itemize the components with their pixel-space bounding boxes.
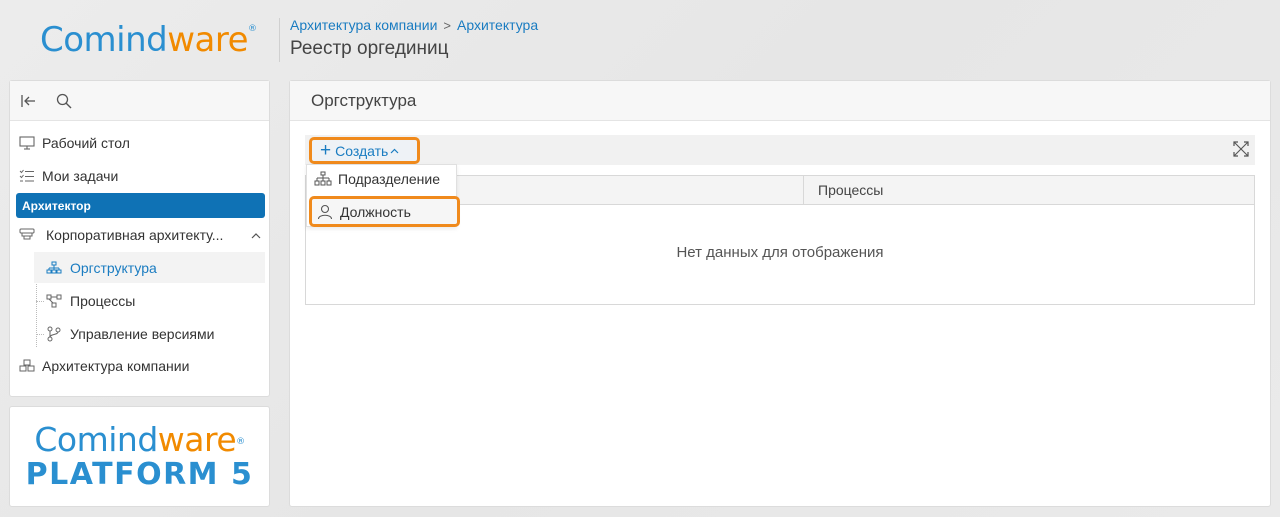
logo-text-ware: ware bbox=[157, 419, 237, 459]
sidebar-item-label: Процессы bbox=[70, 292, 136, 309]
chevron-up-icon[interactable] bbox=[251, 228, 261, 242]
page-title: Реестр оргединиц bbox=[290, 38, 449, 59]
menu-item-department[interactable]: Подразделение bbox=[307, 165, 458, 193]
sidebar-item-label: Оргструктура bbox=[70, 259, 157, 276]
panel-title: Оргструктура bbox=[290, 81, 1270, 121]
platform-version-label: PLATFORM 5 bbox=[25, 456, 254, 492]
header-divider bbox=[279, 18, 280, 62]
logo-text-com: Com bbox=[34, 419, 109, 459]
breadcrumb: Архитектура компании > Архитектура bbox=[290, 17, 538, 33]
process-icon bbox=[46, 293, 62, 309]
menu-item-label: Подразделение bbox=[338, 171, 441, 187]
menu-item-label: Должность bbox=[340, 203, 411, 220]
sidebar-item-company-architecture[interactable]: Архитектура компании bbox=[10, 351, 269, 381]
collapse-sidebar-icon[interactable] bbox=[20, 94, 36, 108]
plus-icon: + bbox=[320, 140, 332, 161]
logo-text-ware: ware bbox=[167, 20, 249, 60]
sidebar-item-label: Управление версиями bbox=[70, 325, 215, 342]
sidebar-item-org-structure[interactable]: Оргструктура bbox=[34, 252, 265, 283]
org-chart-icon bbox=[313, 170, 333, 188]
branch-icon bbox=[46, 326, 62, 342]
sidebar-item-label: Рабочий стол bbox=[42, 135, 130, 151]
sidebar-item-my-tasks[interactable]: Мои задачи bbox=[10, 161, 269, 191]
fullscreen-icon[interactable] bbox=[1233, 141, 1249, 162]
monitor-icon bbox=[18, 134, 36, 152]
menu-item-position[interactable]: Должность bbox=[309, 196, 460, 227]
logo-reg-mark: ® bbox=[236, 436, 245, 447]
empty-state-text: Нет данных для отображения bbox=[676, 244, 884, 261]
comindware-logo: Comindware® bbox=[34, 419, 245, 459]
breadcrumb-separator: > bbox=[443, 17, 452, 33]
logo-reg-mark: ® bbox=[248, 24, 257, 34]
create-button-label: Создать bbox=[335, 142, 389, 159]
logo-text-com: Com bbox=[40, 20, 117, 60]
sidebar: Рабочий стол Мои задачи Архитектор Корпо… bbox=[9, 80, 270, 397]
sidebar-item-desktop[interactable]: Рабочий стол bbox=[10, 128, 269, 158]
search-icon[interactable] bbox=[56, 93, 72, 109]
sidebar-item-corporate-architecture[interactable]: Корпоративная архитекту... bbox=[10, 220, 269, 250]
create-dropdown-menu: Подразделение Должность bbox=[306, 164, 460, 227]
breadcrumb-item-company-architecture[interactable]: Архитектура компании bbox=[290, 17, 437, 33]
sidebar-item-architect[interactable]: Архитектор bbox=[16, 193, 265, 218]
platform-brand: Comindware® PLATFORM 5 bbox=[9, 406, 270, 507]
sidebar-item-label: Мои задачи bbox=[42, 168, 119, 184]
main-panel: Оргструктура + Создать Процессы Нет данн… bbox=[289, 80, 1271, 507]
comindware-logo[interactable]: Comindware® bbox=[40, 20, 257, 60]
layers-icon bbox=[18, 226, 36, 244]
logo-text-ind: ind bbox=[108, 419, 158, 459]
sidebar-item-processes[interactable]: Процессы bbox=[34, 285, 265, 316]
chevron-up-icon bbox=[390, 145, 399, 157]
cubes-icon bbox=[18, 357, 36, 375]
org-chart-icon bbox=[46, 260, 62, 276]
sidebar-item-label: Корпоративная архитекту... bbox=[46, 227, 224, 243]
breadcrumb-item-architecture[interactable]: Архитектура bbox=[457, 17, 538, 33]
create-button[interactable]: + Создать bbox=[309, 137, 420, 164]
logo-text-ind: ind bbox=[116, 20, 168, 60]
grid-toolbar: + Создать bbox=[305, 135, 1255, 165]
sidebar-item-version-control[interactable]: Управление версиями bbox=[34, 318, 265, 349]
sidebar-toolbar bbox=[10, 81, 269, 121]
sidebar-item-label: Архитектор bbox=[22, 198, 91, 213]
tasks-icon bbox=[18, 167, 36, 185]
sidebar-item-label: Архитектура компании bbox=[42, 358, 190, 374]
column-header-processes[interactable]: Процессы bbox=[803, 176, 1254, 204]
user-icon bbox=[315, 203, 335, 221]
